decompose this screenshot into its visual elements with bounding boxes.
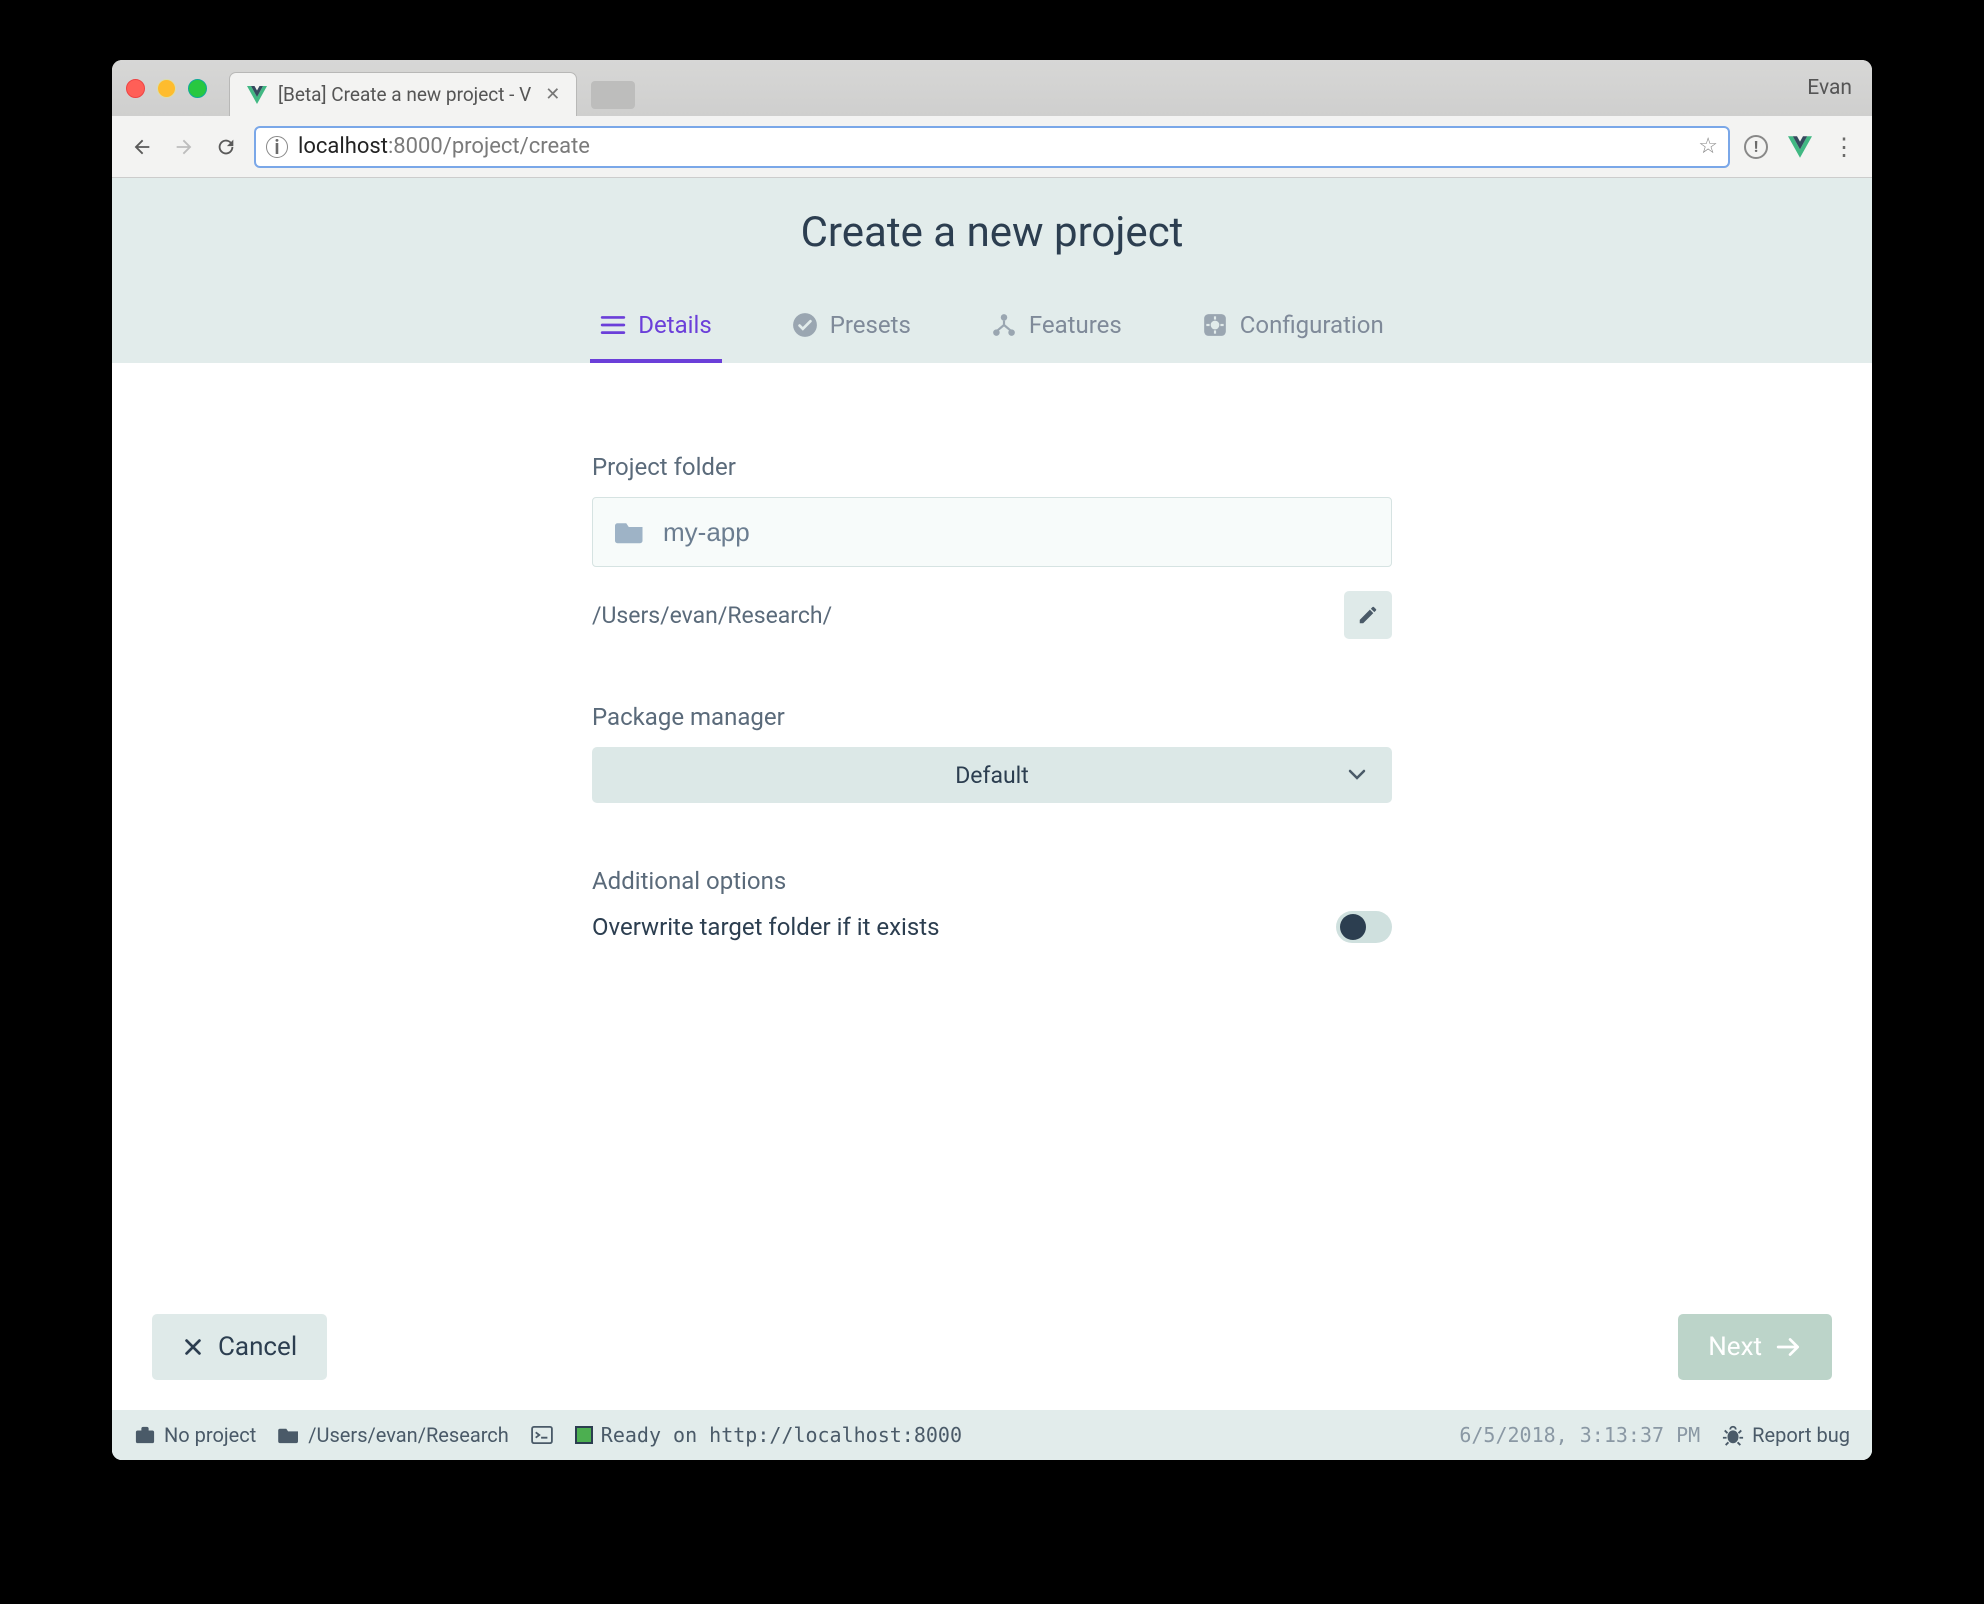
check-circle-icon (792, 312, 818, 338)
gear-icon (1202, 312, 1228, 338)
step-details[interactable]: Details (590, 297, 721, 363)
status-ready: Ready on http://localhost:8000 (575, 1423, 962, 1447)
tab-title: [Beta] Create a new project - V (278, 83, 531, 106)
arrow-right-icon (1776, 1336, 1802, 1358)
vue-extension-icon[interactable] (1788, 136, 1812, 158)
browser-tabbar: [Beta] Create a new project - V ✕ Evan (112, 60, 1872, 116)
chevron-down-icon (1348, 769, 1366, 781)
folder-icon (278, 1426, 300, 1444)
forward-button[interactable] (170, 133, 198, 161)
create-project-form: Project folder /Users/evan/Research/ (592, 453, 1392, 1314)
status-timestamp: 6/5/2018, 3:13:37 PM (1459, 1423, 1700, 1447)
back-button[interactable] (128, 133, 156, 161)
window-minimize-button[interactable] (157, 79, 176, 98)
cancel-button[interactable]: Cancel (152, 1314, 327, 1380)
bug-icon (1722, 1424, 1744, 1446)
browser-profile-name[interactable]: Evan (1807, 76, 1858, 100)
tab-close-button[interactable]: ✕ (545, 84, 560, 105)
window-maximize-button[interactable] (188, 79, 207, 98)
toolbar-right: ! ⋮ (1744, 133, 1856, 161)
next-button[interactable]: Next (1678, 1314, 1832, 1380)
close-icon (182, 1336, 204, 1358)
reload-button[interactable] (212, 133, 240, 161)
folder-icon (615, 519, 645, 545)
hierarchy-icon (991, 312, 1017, 338)
url-text: localhost:8000/project/create (298, 134, 590, 159)
bookmark-star-icon[interactable]: ☆ (1698, 134, 1718, 159)
page-header: Create a new project Details Presets (112, 178, 1872, 363)
page-title: Create a new project (112, 208, 1872, 257)
briefcase-icon (134, 1425, 156, 1445)
site-permission-icon[interactable]: ! (1744, 135, 1768, 159)
overwrite-option-row: Overwrite target folder if it exists (592, 911, 1392, 943)
project-folder-input[interactable] (663, 517, 1369, 548)
browser-tab[interactable]: [Beta] Create a new project - V ✕ (229, 72, 577, 116)
status-dot-icon (575, 1426, 593, 1444)
status-project[interactable]: No project (134, 1423, 256, 1447)
project-folder-label: Project folder (592, 453, 1392, 481)
browser-menu-icon[interactable]: ⋮ (1832, 133, 1856, 161)
stepper: Details Presets Features (112, 297, 1872, 363)
pencil-icon (1357, 604, 1379, 626)
footer-actions: Cancel Next (112, 1314, 1872, 1410)
step-features[interactable]: Features (981, 297, 1132, 363)
project-path: /Users/evan/Research/ (592, 602, 832, 629)
step-presets[interactable]: Presets (782, 297, 921, 363)
project-folder-input-wrap (592, 497, 1392, 567)
step-configuration[interactable]: Configuration (1192, 297, 1394, 363)
overwrite-label: Overwrite target folder if it exists (592, 913, 939, 941)
list-icon (600, 312, 626, 338)
form-area: Project folder /Users/evan/Research/ (112, 363, 1872, 1314)
package-manager-value: Default (955, 762, 1029, 789)
status-cwd[interactable]: /Users/evan/Research (278, 1423, 509, 1447)
toggle-knob (1340, 914, 1366, 940)
new-tab-button[interactable] (591, 81, 635, 109)
report-bug-button[interactable]: Report bug (1722, 1423, 1850, 1447)
browser-window: [Beta] Create a new project - V ✕ Evan i… (112, 60, 1872, 1460)
window-controls (126, 79, 207, 98)
status-terminal[interactable] (531, 1426, 553, 1444)
edit-path-button[interactable] (1344, 591, 1392, 639)
page-content: Create a new project Details Presets (112, 178, 1872, 1460)
window-close-button[interactable] (126, 79, 145, 98)
additional-options-label: Additional options (592, 867, 1392, 895)
package-manager-select[interactable]: Default (592, 747, 1392, 803)
site-info-icon[interactable]: i (266, 136, 288, 158)
address-bar[interactable]: i localhost:8000/project/create ☆ (254, 126, 1730, 168)
terminal-icon (531, 1426, 553, 1444)
browser-toolbar: i localhost:8000/project/create ☆ ! ⋮ (112, 116, 1872, 178)
status-bar: No project /Users/evan/Research Ready on… (112, 1410, 1872, 1460)
vue-favicon-icon (246, 84, 268, 106)
overwrite-toggle[interactable] (1336, 911, 1392, 943)
package-manager-label: Package manager (592, 703, 1392, 731)
